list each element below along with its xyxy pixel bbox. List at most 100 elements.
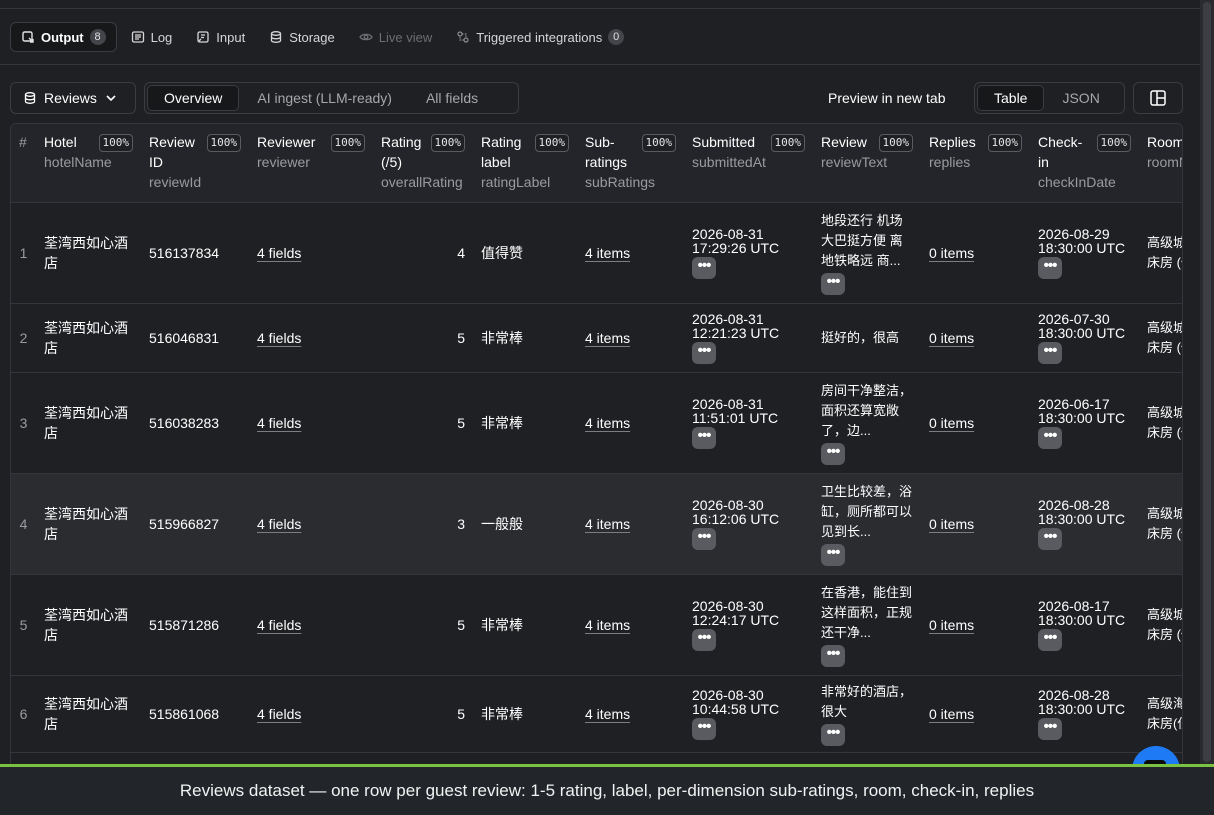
reviewer-fields-link[interactable]: 4 fields bbox=[257, 330, 301, 346]
more-icon[interactable]: ••• bbox=[692, 427, 716, 449]
view-all-fields[interactable]: All fields bbox=[410, 85, 494, 111]
tab-output[interactable]: Output 8 bbox=[10, 22, 117, 52]
scrollbar-thumb[interactable] bbox=[1203, 2, 1211, 762]
more-icon[interactable]: ••• bbox=[1038, 427, 1062, 449]
header-overallRating[interactable]: Rating (/5) 100% overallRating bbox=[373, 124, 473, 203]
cell-hotel: 荃湾西如心酒店 bbox=[36, 303, 141, 373]
sub-ratings-link[interactable]: 4 items bbox=[585, 617, 630, 633]
reviewer-fields-link[interactable]: 4 fields bbox=[257, 516, 301, 532]
sub-ratings-link[interactable]: 4 items bbox=[585, 706, 630, 722]
tab-storage[interactable]: Storage bbox=[259, 22, 345, 52]
live-view-icon bbox=[359, 30, 373, 44]
top-strip bbox=[0, 0, 1200, 9]
tab-live-view[interactable]: Live view bbox=[349, 22, 442, 52]
table-row[interactable]: 4 荃湾西如心酒店 515966827 4 fields 3 一般般 4 items 2026… bbox=[11, 473, 1182, 575]
reviewer-fields-link[interactable]: 4 fields bbox=[257, 617, 301, 633]
reviewer-fields-link[interactable]: 4 fields bbox=[257, 245, 301, 261]
view-ai-ingest[interactable]: AI ingest (LLM-ready) bbox=[241, 85, 408, 111]
more-icon[interactable]: ••• bbox=[692, 629, 716, 651]
more-icon[interactable]: ••• bbox=[692, 528, 716, 550]
cell-room: 高级城景 床房 (低 bbox=[1139, 202, 1182, 304]
fill-rate-badge: 100% bbox=[878, 134, 913, 152]
preview-in-new-tab-link[interactable]: Preview in new tab bbox=[828, 82, 946, 114]
integrations-icon bbox=[456, 30, 470, 44]
dataset-selector[interactable]: Reviews bbox=[10, 82, 136, 114]
header-name: Reviewer bbox=[257, 134, 316, 150]
header-subRatings[interactable]: Sub-ratings 100% subRatings bbox=[577, 124, 684, 203]
vertical-scrollbar[interactable] bbox=[1200, 0, 1214, 765]
table-row[interactable]: 1 荃湾西如心酒店 516137834 4 fields 4 值得赞 4 items 2026… bbox=[11, 202, 1182, 304]
table-row[interactable]: 3 荃湾西如心酒店 516038283 4 fields 5 非常棒 4 items 2026… bbox=[11, 372, 1182, 474]
more-icon[interactable]: ••• bbox=[1038, 629, 1062, 651]
replies-link[interactable]: 0 items bbox=[929, 516, 974, 532]
cell-submitted: 2026-08-30 16:12:06 UTC ••• bbox=[684, 473, 813, 575]
room-text: 高级城景 床房 (低 bbox=[1147, 506, 1182, 541]
header-hotelName[interactable]: Hotel 100% hotelName bbox=[36, 124, 141, 203]
table-row[interactable]: 2 荃湾西如心酒店 516046831 4 fields 5 非常棒 4 items 2026… bbox=[11, 303, 1182, 373]
cell-submitted: 2026-08-31 11:51:01 UTC ••• bbox=[684, 372, 813, 474]
cell-submitted: 2026-08-30 10:44:58 UTC ••• bbox=[684, 675, 813, 753]
cell-rating: 4 bbox=[373, 202, 473, 304]
more-icon[interactable]: ••• bbox=[692, 342, 716, 364]
sub-ratings-link[interactable]: 4 items bbox=[585, 415, 630, 431]
caption-bar: Reviews dataset — one row per guest revi… bbox=[0, 764, 1214, 815]
more-icon[interactable]: ••• bbox=[821, 443, 845, 465]
checkin-date: 2026-08-28 bbox=[1038, 687, 1110, 703]
cell-review-id: 516137834 bbox=[141, 202, 249, 304]
cell-rating-label: 非常棒 bbox=[473, 372, 577, 474]
header-reviewText[interactable]: Review 100% reviewText bbox=[813, 124, 921, 203]
output-count-badge: 8 bbox=[89, 29, 106, 45]
header-name: Rating label bbox=[481, 134, 522, 170]
more-icon[interactable]: ••• bbox=[692, 257, 716, 279]
format-table[interactable]: Table bbox=[977, 85, 1045, 111]
more-icon[interactable]: ••• bbox=[821, 544, 845, 566]
header-reviewId[interactable]: Review ID 100% reviewId bbox=[141, 124, 249, 203]
more-icon[interactable]: ••• bbox=[1038, 257, 1062, 279]
header-submittedAt[interactable]: Submitted 100% submittedAt bbox=[684, 124, 813, 203]
checkin-date: 2026-08-17 bbox=[1038, 598, 1110, 614]
view-overview[interactable]: Overview bbox=[147, 85, 240, 111]
fill-rate-badge: 100% bbox=[987, 134, 1022, 152]
header-checkInDate[interactable]: Check-in 100% checkInDate bbox=[1030, 124, 1139, 203]
cell-check-in: 2026-06-17 18:30:00 UTC ••• bbox=[1030, 372, 1139, 474]
row-index: 4 bbox=[11, 473, 36, 575]
cell-rating: 5 bbox=[373, 372, 473, 474]
cell-review: 非常好的酒店，很大 ••• bbox=[813, 675, 921, 753]
submitted-time: 17:29:26 UTC bbox=[692, 240, 780, 256]
table-row[interactable]: 6 荃湾西如心酒店 515861068 4 fields 5 非常棒 4 items 2026… bbox=[11, 675, 1182, 753]
sub-ratings-link[interactable]: 4 items bbox=[585, 516, 630, 532]
header-name: Sub-ratings bbox=[585, 134, 628, 170]
header-ratingLabel[interactable]: Rating label 100% ratingLabel bbox=[473, 124, 577, 203]
replies-link[interactable]: 0 items bbox=[929, 706, 974, 722]
table-row[interactable]: 5 荃湾西如心酒店 515871286 4 fields 5 非常棒 4 items 2026… bbox=[11, 574, 1182, 676]
tab-input[interactable]: Input bbox=[186, 22, 255, 52]
more-icon[interactable]: ••• bbox=[692, 718, 716, 740]
more-icon[interactable]: ••• bbox=[821, 645, 845, 667]
more-icon[interactable]: ••• bbox=[821, 273, 845, 295]
header-replies[interactable]: Replies 100% replies bbox=[921, 124, 1030, 203]
replies-link[interactable]: 0 items bbox=[929, 245, 974, 261]
more-icon[interactable]: ••• bbox=[821, 724, 845, 746]
sub-ratings-link[interactable]: 4 items bbox=[585, 245, 630, 261]
replies-link[interactable]: 0 items bbox=[929, 617, 974, 633]
checkin-date: 2026-08-28 bbox=[1038, 497, 1110, 513]
reviewer-fields-link[interactable]: 4 fields bbox=[257, 706, 301, 722]
fill-rate-badge: 100% bbox=[1096, 134, 1131, 152]
replies-link[interactable]: 0 items bbox=[929, 330, 974, 346]
cell-replies: 0 items bbox=[921, 202, 1030, 304]
header-key: reviewId bbox=[149, 174, 202, 190]
header-reviewer[interactable]: Reviewer 100% reviewer bbox=[249, 124, 373, 203]
header-roomNa[interactable]: Room roomNa bbox=[1139, 124, 1182, 203]
more-icon[interactable]: ••• bbox=[1038, 342, 1062, 364]
layout-toggle-button[interactable] bbox=[1133, 82, 1183, 114]
sub-ratings-link[interactable]: 4 items bbox=[585, 330, 630, 346]
reviewer-fields-link[interactable]: 4 fields bbox=[257, 415, 301, 431]
cell-reviewer: 4 fields bbox=[249, 202, 373, 304]
more-icon[interactable]: ••• bbox=[1038, 718, 1062, 740]
more-icon[interactable]: ••• bbox=[1038, 528, 1062, 550]
format-json[interactable]: JSON bbox=[1046, 85, 1115, 111]
cell-replies: 0 items bbox=[921, 574, 1030, 676]
tab-triggered-integrations[interactable]: Triggered integrations 0 bbox=[446, 22, 634, 52]
replies-link[interactable]: 0 items bbox=[929, 415, 974, 431]
tab-log[interactable]: Log bbox=[121, 22, 183, 52]
